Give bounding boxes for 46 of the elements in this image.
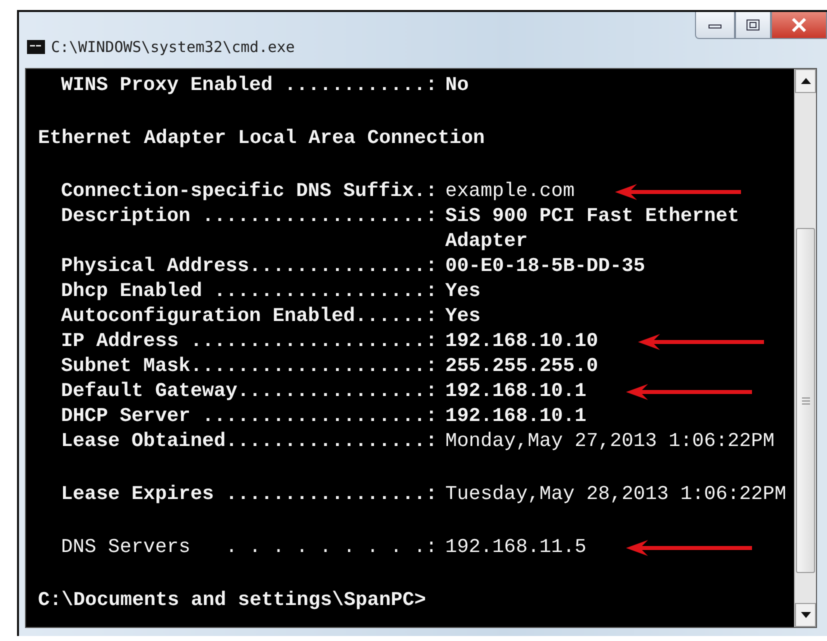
command-prompt: C:\Documents and settings\SpanPC>: [38, 588, 426, 613]
maximize-icon: [746, 19, 760, 31]
setting-label: Description ...................:: [61, 204, 438, 229]
setting-value: SiS 900 PCI Fast Ethernet Adapter: [445, 204, 740, 254]
scrollbar[interactable]: [794, 69, 816, 627]
minimize-button[interactable]: [695, 12, 735, 39]
setting-label: DHCP Server ...................:: [61, 404, 438, 429]
adapter-heading: Ethernet Adapter Local Area Connection: [38, 126, 485, 151]
close-icon: [791, 18, 807, 32]
setting-label: DNS Servers . . . . . . . . .:: [61, 535, 438, 560]
setting-label: IP Address ....................:: [61, 329, 438, 354]
setting-label: Lease Obtained.................:: [61, 429, 438, 454]
arrow-icon: [614, 184, 741, 200]
setting-label: Dhcp Enabled ..................:: [61, 279, 438, 304]
setting-value: 00-E0-18-5B-DD-35: [445, 254, 646, 279]
arrow-icon: [638, 334, 764, 350]
scroll-down-button[interactable]: [795, 603, 816, 627]
setting-value: 192.168.10.1: [445, 379, 586, 404]
setting-value: Yes: [445, 279, 481, 304]
arrow-icon: [626, 540, 752, 556]
setting-value: 192.168.11.5: [445, 535, 586, 560]
setting-value: 255.255.255.0: [445, 354, 598, 379]
scroll-thumb[interactable]: [796, 228, 815, 573]
setting-label: Connection-specific DNS Suffix.:: [61, 179, 438, 204]
setting-value: 192.168.10.1: [445, 404, 586, 429]
up-triangle-icon: [800, 78, 810, 84]
setting-value: Tuesday,May 28,2013 1:06:22PM: [445, 482, 786, 507]
window-title: C:\WINDOWS\system32\cmd.exe: [51, 38, 295, 56]
setting-label: Default Gateway................:: [61, 379, 438, 404]
scroll-up-button[interactable]: [795, 69, 816, 93]
setting-label: Subnet Mask....................:: [61, 354, 438, 379]
arrow-icon: [626, 384, 752, 400]
grip-icon: [802, 396, 810, 404]
setting-label: Physical Address...............:: [61, 254, 438, 279]
setting-value: No: [445, 73, 469, 98]
setting-label: WINS Proxy Enabled ............:: [61, 73, 438, 98]
console-icon: [27, 40, 45, 54]
setting-label: Lease Expires .................:: [61, 482, 438, 507]
setting-value: Monday,May 27,2013 1:06:22PM: [445, 429, 774, 454]
setting-value: 192.168.10.10: [445, 329, 598, 354]
setting-label: Autoconfiguration Enabled......:: [61, 304, 438, 329]
down-triangle-icon: [800, 612, 810, 618]
maximize-button[interactable]: [735, 12, 771, 39]
setting-value: Yes: [445, 304, 481, 329]
close-button[interactable]: [771, 12, 827, 39]
setting-value: example.com: [445, 179, 575, 204]
